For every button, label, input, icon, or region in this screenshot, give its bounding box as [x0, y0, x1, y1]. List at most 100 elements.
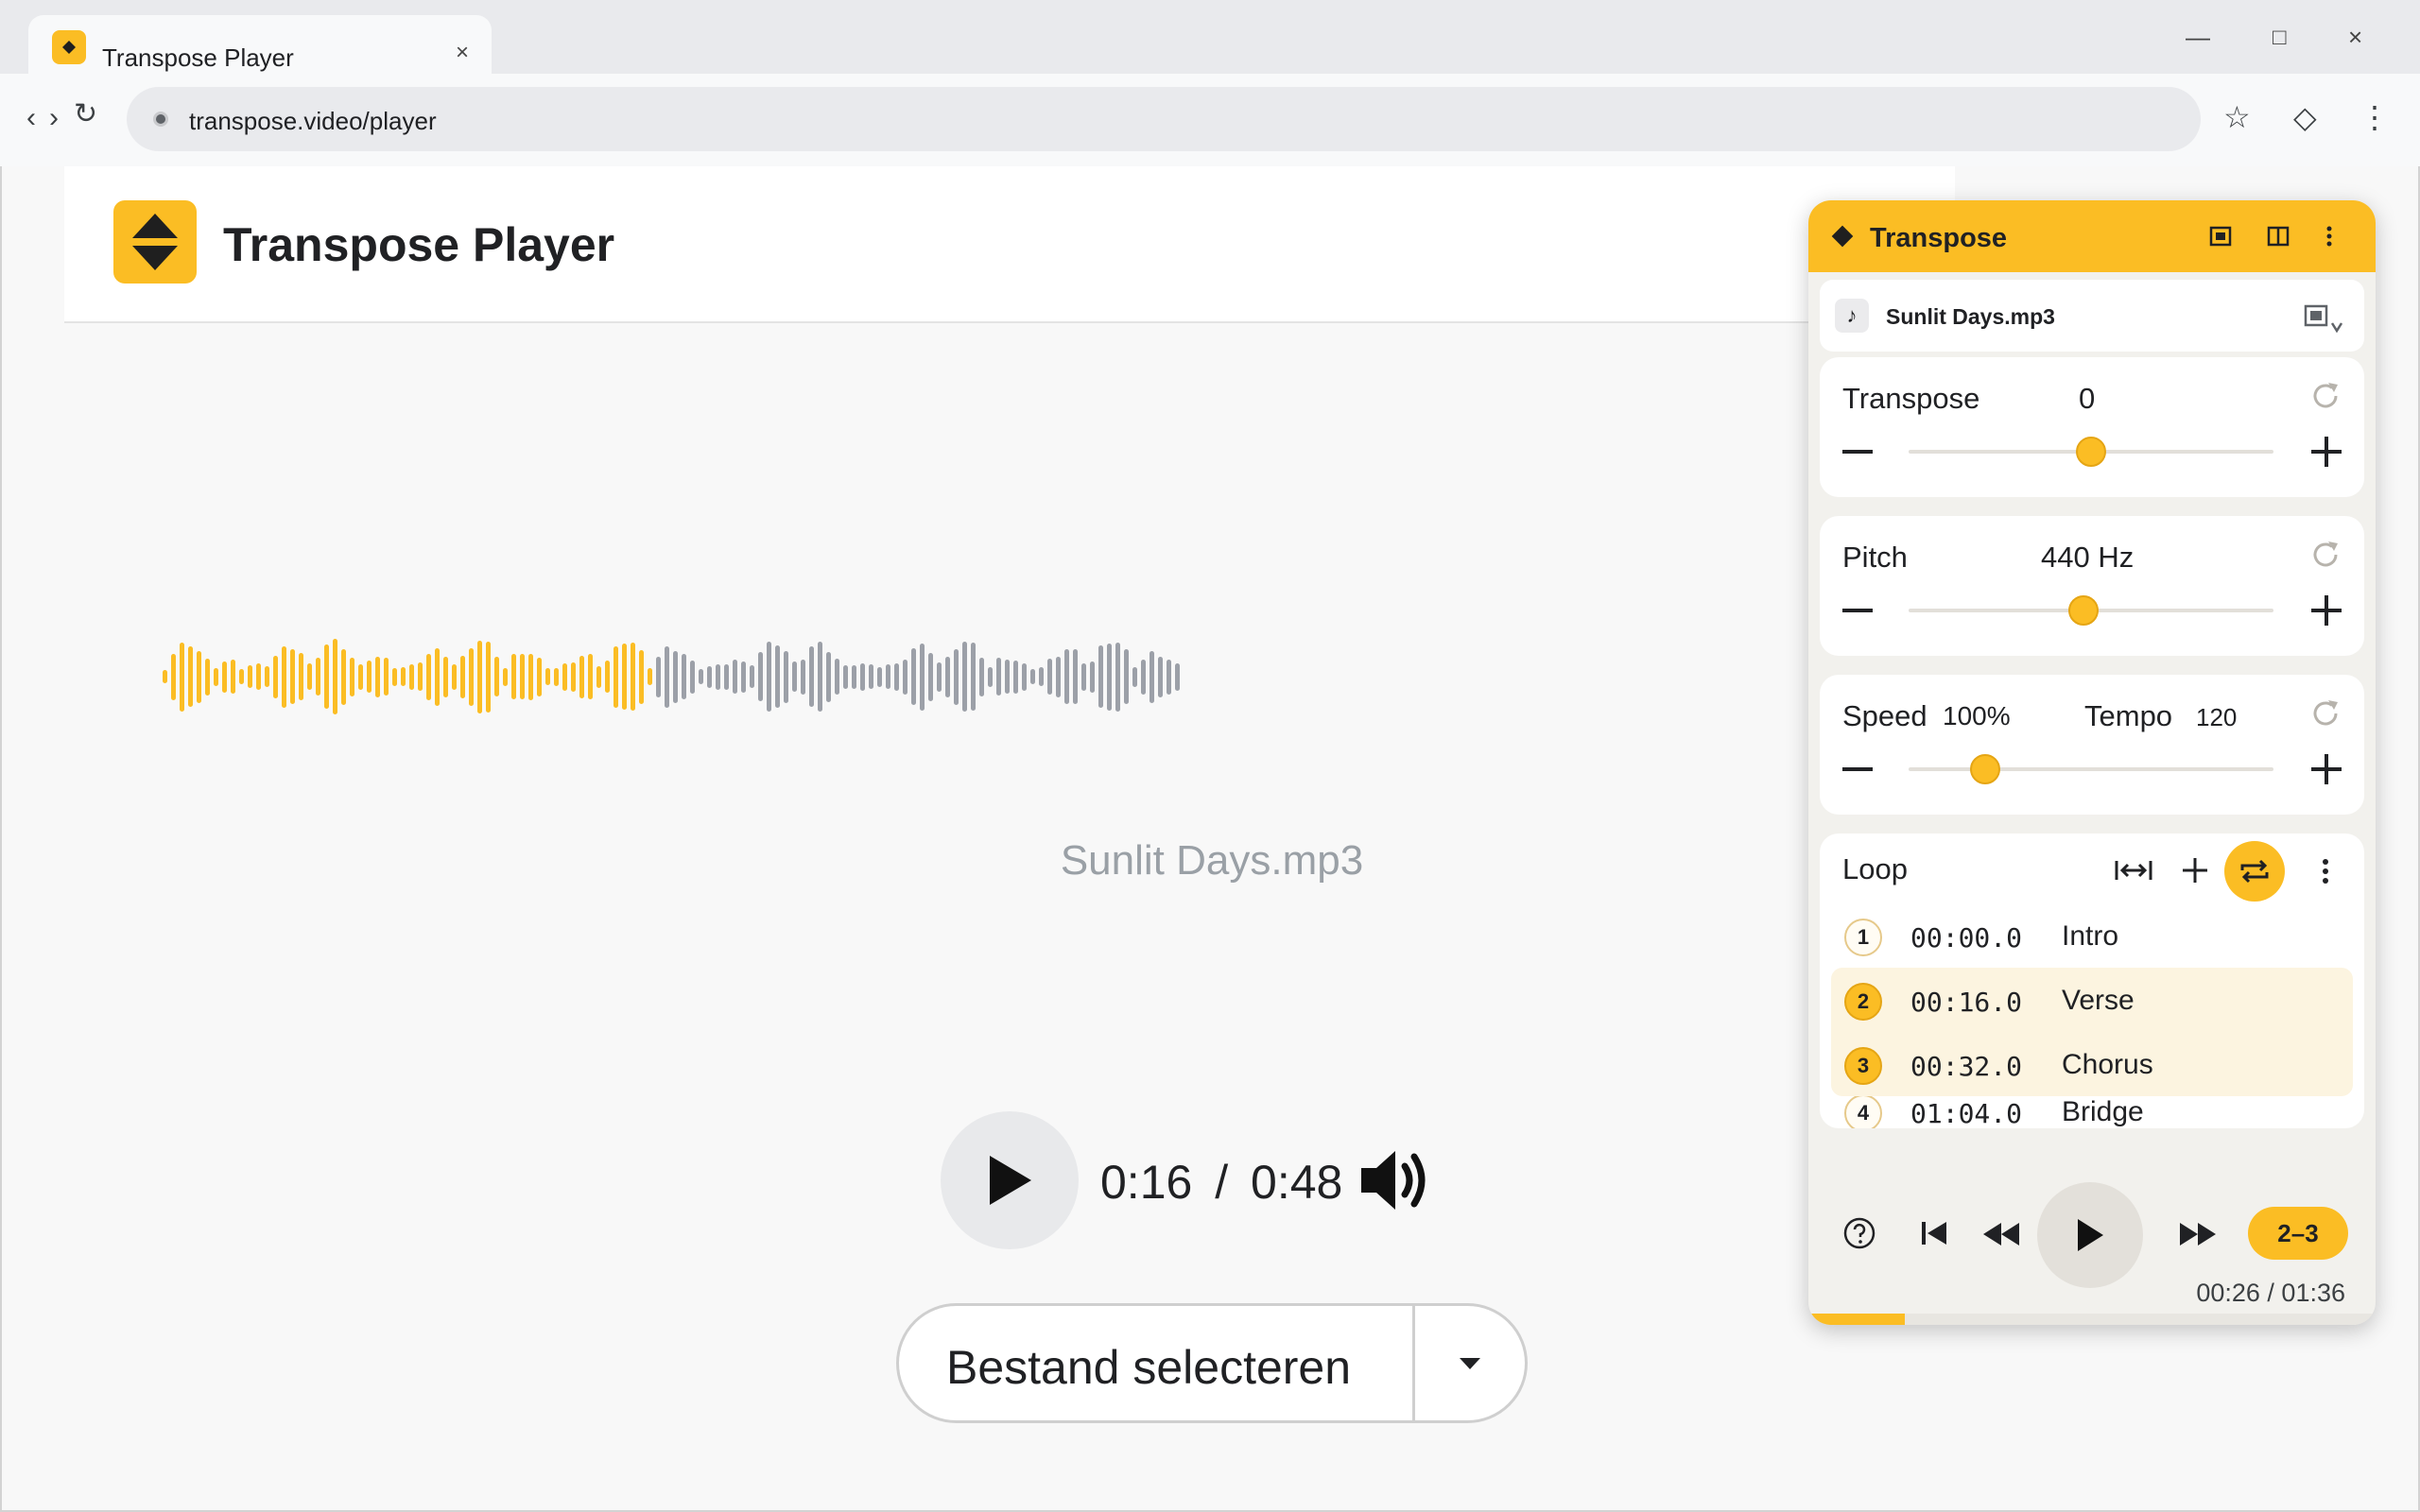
waveform-bar [699, 669, 703, 684]
waveform-bar [877, 666, 882, 687]
transpose-slider[interactable] [1909, 437, 2273, 467]
panel-play-button[interactable] [2037, 1182, 2143, 1288]
music-note-icon: ♪ [1835, 299, 1869, 333]
waveform-bar [733, 660, 737, 694]
transpose-plus-button[interactable] [2311, 437, 2342, 467]
site-info-icon[interactable] [153, 112, 168, 127]
window-close-button[interactable]: × [2348, 25, 2362, 49]
waveform-bar [503, 667, 508, 686]
waveform-bar [716, 663, 720, 690]
speed-plus-button[interactable] [2311, 754, 2342, 784]
app-logo-icon [113, 200, 197, 284]
pitch-slider[interactable] [1909, 595, 2273, 626]
window-minimize-button[interactable]: — [2186, 25, 2210, 49]
current-time: 0:16 [1100, 1156, 1193, 1209]
source-select-icon[interactable] [2304, 304, 2345, 339]
pip-icon[interactable] [2209, 225, 2232, 252]
waveform-bar [1039, 667, 1044, 686]
pitch-card: Pitch 440 Hz [1820, 516, 2364, 656]
panel-progress-bar[interactable] [1808, 1314, 2376, 1325]
waveform[interactable] [163, 634, 1807, 719]
forward-icon[interactable]: › [49, 104, 59, 132]
repeat-icon [2240, 859, 2269, 884]
loop-fit-icon[interactable] [2115, 858, 2152, 887]
browser-menu-icon[interactable]: ⋮ [2360, 102, 2390, 132]
app-header: Transpose Player [64, 166, 1955, 323]
waveform-bar [639, 649, 644, 704]
bookmark-star-icon[interactable]: ☆ [2223, 102, 2251, 132]
loop-item-time: 00:00.0 [1910, 922, 2023, 954]
loop-item-time: 00:32.0 [1910, 1051, 2023, 1082]
loop-item-number: 4 [1844, 1096, 1882, 1128]
waveform-bar [401, 667, 406, 686]
waveform-bar [1115, 642, 1120, 712]
waveform-bar [1030, 669, 1035, 684]
tab-close-icon[interactable]: × [456, 42, 469, 64]
waveform-bar [384, 658, 389, 696]
play-button[interactable] [941, 1111, 1079, 1249]
pitch-minus-button[interactable] [1842, 609, 1873, 612]
window-maximize-button[interactable]: □ [2273, 26, 2287, 49]
speed-slider-thumb[interactable] [1970, 754, 2001, 784]
tab-favicon-icon [52, 30, 86, 64]
fast-forward-icon[interactable] [2179, 1222, 2217, 1251]
speed-slider[interactable] [1909, 754, 2273, 784]
select-file-button[interactable]: Bestand selecteren [946, 1340, 1351, 1395]
waveform-bar [443, 656, 448, 697]
waveform-bar [682, 654, 686, 699]
transpose-reset-icon[interactable] [2309, 380, 2342, 417]
rewind-icon[interactable] [1982, 1222, 2020, 1251]
speed-label: Speed [1842, 699, 1927, 732]
waveform-bar [1098, 645, 1103, 708]
transpose-slider-thumb[interactable] [2076, 437, 2106, 467]
speed-minus-button[interactable] [1842, 767, 1873, 771]
loop-item[interactable]: 2 00:16.0 Verse [1831, 968, 2353, 1032]
waveform-bar [894, 662, 899, 691]
transpose-label: Transpose [1842, 382, 1980, 415]
loop-item-name: Bridge [2062, 1096, 2144, 1127]
waveform-bar [341, 648, 346, 705]
waveform-bar [239, 669, 244, 684]
waveform-bar [1013, 660, 1018, 694]
back-icon[interactable]: ‹ [26, 104, 36, 132]
transpose-minus-button[interactable] [1842, 450, 1873, 454]
loop-item-time: 00:16.0 [1910, 987, 2023, 1018]
skip-previous-icon[interactable] [1920, 1220, 1948, 1251]
loop-item-name: Chorus [2062, 1049, 2153, 1080]
waveform-bar [648, 668, 652, 685]
waveform-bar [835, 659, 839, 695]
loop-item[interactable]: 1 00:00.0 Intro [1831, 903, 2353, 968]
file-name-label: Sunlit Days.mp3 [1060, 837, 1364, 884]
waveform-bar [299, 653, 303, 700]
address-bar[interactable]: transpose.video/player [127, 87, 2201, 151]
pitch-reset-icon[interactable] [2309, 539, 2342, 576]
waveform-bar [248, 665, 252, 688]
duration: 0:48 [1251, 1156, 1343, 1209]
waveform-bar [197, 650, 201, 703]
waveform-bar [307, 663, 312, 690]
browser-tab[interactable]: Transpose Player × [28, 15, 492, 74]
loop-toggle-button[interactable] [2224, 841, 2285, 902]
reload-icon[interactable]: ↻ [74, 100, 97, 129]
speed-reset-icon[interactable] [2309, 697, 2342, 734]
file-card[interactable]: ♪ Sunlit Days.mp3 [1820, 280, 2364, 352]
loop-label: Loop [1842, 852, 1908, 885]
waveform-bar [486, 641, 491, 713]
waveform-bar [333, 639, 337, 714]
loop-range-badge[interactable]: 2–3 [2248, 1207, 2348, 1260]
extension-icon[interactable]: ◇ [2293, 102, 2317, 132]
loop-item[interactable]: 3 00:32.0 Chorus [1831, 1032, 2353, 1096]
split-view-icon[interactable] [2267, 225, 2290, 252]
panel-menu-icon[interactable] [2325, 225, 2334, 252]
pitch-plus-button[interactable] [2311, 595, 2342, 626]
select-dropdown-button[interactable] [1415, 1306, 1525, 1420]
volume-icon[interactable] [1357, 1145, 1433, 1220]
loop-menu-icon[interactable] [2321, 858, 2330, 889]
help-icon[interactable] [1842, 1216, 1876, 1255]
pitch-slider-thumb[interactable] [2068, 595, 2100, 626]
loop-add-icon[interactable] [2181, 856, 2209, 889]
loop-item[interactable]: 4 01:04.0 Bridge [1831, 1096, 2353, 1128]
waveform-bar [1081, 662, 1086, 691]
waveform-bar [903, 659, 908, 695]
pitch-value: 440 Hz [2041, 541, 2135, 574]
